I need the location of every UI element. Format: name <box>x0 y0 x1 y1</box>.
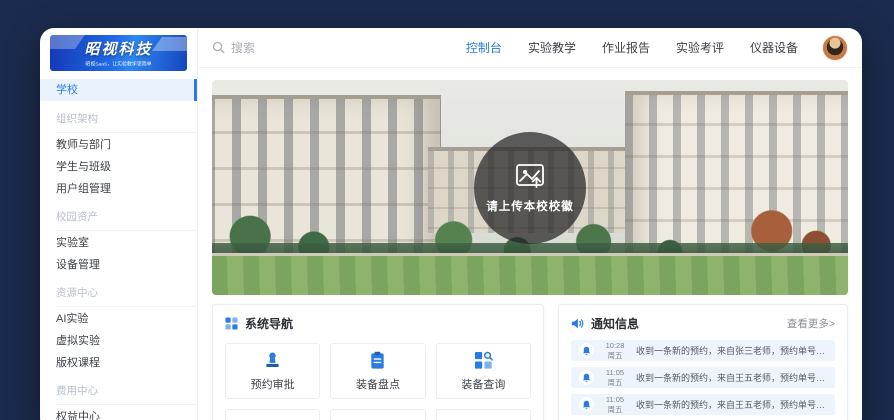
app-window: 昭视科技 昭视SaaS，让实验教学更简单 学校 组织架构 教师与部门 学生与班级… <box>40 28 862 420</box>
notification-text: 收到一条新的预约，来自王五老师，预约单号为：Y-0056，请尽快处理。 <box>636 398 827 411</box>
speaker-icon <box>571 317 584 330</box>
tab-instruments-equipment[interactable]: 仪器设备 <box>750 39 798 56</box>
sidebar-item-laboratory[interactable]: 实验室 <box>40 234 197 253</box>
bell-icon <box>579 343 594 358</box>
sidebar-item-licensed-courses[interactable]: 版权课程 <box>40 354 197 373</box>
campus-lawn <box>212 256 848 295</box>
sidebar-group-billing-center: 费用中心 <box>56 380 197 405</box>
nav-card-label: 预约审批 <box>251 376 295 392</box>
notification-time: 11:05周五 <box>602 395 628 415</box>
nav-card-label: 装备查询 <box>461 376 505 392</box>
notification-text: 收到一条新的预约，来自王五老师，预约单号为：Y-0056，请尽快处理。 <box>636 371 827 384</box>
grid-icon <box>225 317 238 330</box>
user-avatar[interactable] <box>822 35 848 61</box>
sidebar-item-user-groups[interactable]: 用户组管理 <box>40 180 197 199</box>
notification-time: 11:05周五 <box>602 368 628 388</box>
nav-card-equipment-inventory[interactable]: 装备盘点 <box>330 343 425 399</box>
notification-text: 收到一条新的预约，来自张三老师，预约单号为：Y-0044，请尽快处理。 <box>636 344 827 357</box>
brand-logo: 昭视科技 昭视SaaS，让实验教学更简单 <box>50 35 187 71</box>
sidebar-item-teachers-departments[interactable]: 教师与部门 <box>40 136 197 155</box>
search-input[interactable]: 搜索 <box>212 39 466 56</box>
tab-homework-reports[interactable]: 作业报告 <box>602 39 650 56</box>
sidebar-group-resource-center: 资源中心 <box>56 282 197 307</box>
system-navigation-title: 系统导航 <box>245 315 293 332</box>
bell-icon <box>579 397 594 412</box>
sidebar-item-equipment-management[interactable]: 设备管理 <box>40 256 197 275</box>
notification-list: 10:28周五 收到一条新的预约，来自张三老师，预约单号为：Y-0044，请尽快… <box>559 340 847 420</box>
nav-card-partial-1[interactable] <box>225 409 320 420</box>
approval-stamp-icon <box>263 351 282 370</box>
sidebar: 昭视科技 昭视SaaS，让实验教学更简单 学校 组织架构 教师与部门 学生与班级… <box>40 28 198 420</box>
sidebar-item-benefits-center[interactable]: 权益中心 <box>40 408 197 420</box>
notifications-title: 通知信息 <box>591 315 639 332</box>
notification-row[interactable]: 11:05周五 收到一条新的预约，来自王五老师，预约单号为：Y-0056，请尽快… <box>571 394 835 415</box>
nav-card-partial-3[interactable] <box>436 409 531 420</box>
sidebar-group-campus-assets: 校园资产 <box>56 206 197 231</box>
tab-console[interactable]: 控制台 <box>466 39 502 56</box>
sidebar-item-ai-experiment[interactable]: AI实验 <box>40 310 197 329</box>
nav-card-reservation-approval[interactable]: 预约审批 <box>225 343 320 399</box>
grid-search-icon <box>474 351 493 370</box>
search-icon <box>212 41 225 54</box>
tab-experiment-teaching[interactable]: 实验教学 <box>528 39 576 56</box>
brand-subtitle: 昭视SaaS，让实验教学更简单 <box>62 60 174 67</box>
topbar: 搜索 控制台 实验教学 作业报告 实验考评 仪器设备 <box>198 28 862 68</box>
main-area: 搜索 控制台 实验教学 作业报告 实验考评 仪器设备 <box>198 28 862 420</box>
bottom-panels: 系统导航 预约审批 <box>212 304 848 420</box>
sidebar-item-virtual-experiment[interactable]: 虚拟实验 <box>40 332 197 351</box>
campus-photo-banner: 请上传本校校徽 <box>212 80 848 295</box>
sidebar-item-students-classes[interactable]: 学生与班级 <box>40 158 197 177</box>
bell-icon <box>579 370 594 385</box>
brand-title: 昭视科技 <box>50 38 187 59</box>
tab-experiment-assessment[interactable]: 实验考评 <box>676 39 724 56</box>
sidebar-item-school[interactable]: 学校 <box>40 79 197 101</box>
nav-card-label: 装备盘点 <box>356 376 400 392</box>
search-placeholder: 搜索 <box>231 39 255 56</box>
sidebar-menu: 学校 组织架构 教师与部门 学生与班级 用户组管理 校园资产 实验室 设备管理 … <box>40 71 197 420</box>
clipboard-icon <box>369 351 386 370</box>
notifications-panel: 通知信息 查看更多> 10:28周五 收到一条新的预约，来自张三老师，预约单号为… <box>558 304 848 420</box>
nav-card-grid: 预约审批 装备盘点 <box>213 340 543 420</box>
upload-school-badge-button[interactable]: 请上传本校校徽 <box>474 132 586 244</box>
sidebar-group-organization: 组织架构 <box>56 108 197 133</box>
upload-image-icon <box>515 162 545 189</box>
system-navigation-panel: 系统导航 预约审批 <box>212 304 544 420</box>
view-more-link[interactable]: 查看更多> <box>787 316 835 331</box>
notification-row[interactable]: 11:05周五 收到一条新的预约，来自王五老师，预约单号为：Y-0056，请尽快… <box>571 367 835 388</box>
top-nav-tabs: 控制台 实验教学 作业报告 实验考评 仪器设备 <box>466 39 798 56</box>
upload-school-badge-label: 请上传本校校徽 <box>486 198 574 214</box>
content: 请上传本校校徽 系统 <box>198 68 862 420</box>
nav-card-partial-2[interactable] <box>330 409 425 420</box>
nav-card-equipment-query[interactable]: 装备查询 <box>436 343 531 399</box>
notification-time: 10:28周五 <box>602 341 628 361</box>
notification-row[interactable]: 10:28周五 收到一条新的预约，来自张三老师，预约单号为：Y-0044，请尽快… <box>571 340 835 361</box>
